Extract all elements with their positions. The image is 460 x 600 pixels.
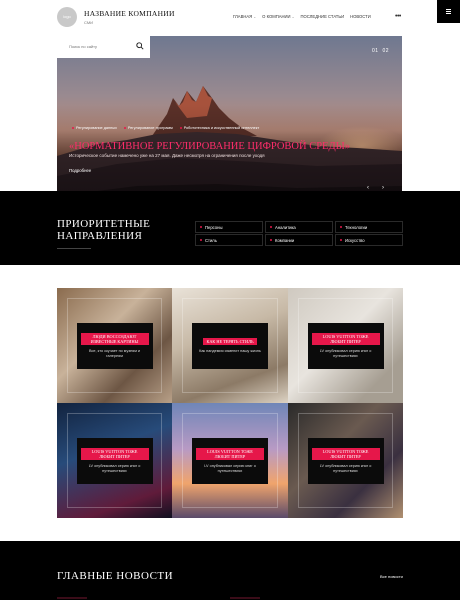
nav-item-news[interactable]: Новости — [350, 14, 371, 19]
tile-description: LV опубликовал серию книг о путешествиях — [204, 463, 256, 473]
nav-item-latest-articles[interactable]: Последние статьи — [301, 14, 345, 19]
search-input[interactable] — [69, 44, 129, 49]
tile-title[interactable]: Louis Vuitton тоже любит Питер — [80, 447, 149, 460]
article-tile[interactable]: Louis Vuitton тоже любит Питер LV опубли… — [57, 403, 172, 518]
hero-tags: Регулирование данных Регулирование прогр… — [72, 126, 259, 130]
chevron-down-icon: ⌄ — [291, 15, 295, 19]
hero-more-link[interactable]: Подробнее — [69, 168, 91, 173]
main-nav: Главная⌄ О компании⌄ Последние статьи Но… — [233, 14, 371, 19]
nav-item-label: Новости — [350, 14, 371, 19]
tile-card: Люди воссоздают известные картины Все, к… — [76, 322, 153, 369]
tile-description: LV опубликовал серию книг о путешествиях — [319, 348, 372, 358]
tile-title[interactable]: Louis Vuitton тоже любит Питер — [196, 447, 264, 460]
article-tile[interactable]: Louis Vuitton тоже любит Питер LV опубли… — [288, 403, 403, 518]
chevron-right-icon[interactable]: › — [378, 183, 388, 193]
priorities-title: ПРИОРИТЕТНЫЕ НАПРАВЛЕНИЯ — [57, 218, 150, 242]
tile-title[interactable]: Люди воссоздают известные картины — [80, 332, 149, 345]
hero-description: Историческое событие намечено уже на 27 … — [69, 153, 265, 158]
logo[interactable]: logo — [57, 7, 77, 27]
hero-tag[interactable]: Робототехника и искусственный интеллект — [180, 126, 260, 130]
tile-description: Как пандемия изменит нашу жизнь — [199, 348, 261, 353]
tile-description: LV опубликовал серию книг о путешествиях — [88, 463, 141, 473]
tile-title[interactable]: Louis Vuitton тоже любит Питер — [311, 447, 380, 460]
slide-counter: 01 02 — [372, 48, 389, 54]
priority-item-companies[interactable]: Компании — [265, 234, 333, 246]
priority-item-persons[interactable]: Персоны — [195, 221, 263, 233]
tile-card: Louis Vuitton тоже любит Питер LV опубли… — [307, 437, 384, 484]
search-icon[interactable] — [136, 42, 144, 50]
article-tile[interactable]: Как не терять стиль Как пандемия изменит… — [172, 288, 288, 403]
search-box — [57, 36, 150, 58]
priorities-grid: Персоны Аналитика Технологии Стиль Компа… — [195, 221, 403, 246]
priority-item-style[interactable]: Стиль — [195, 234, 263, 246]
hero-overlay — [57, 36, 402, 208]
news-accent-bar — [57, 597, 87, 599]
more-dots-icon[interactable]: ••• — [395, 13, 401, 20]
slide-total: 02 — [382, 48, 390, 54]
news-accent-bar — [230, 597, 260, 599]
slide-current: 01 — [372, 48, 379, 54]
tile-card: Louis Vuitton тоже любит Питер LV опубли… — [307, 322, 384, 369]
hero-tag[interactable]: Регулирование данных — [72, 126, 117, 130]
priority-item-analytics[interactable]: Аналитика — [265, 221, 333, 233]
all-news-link[interactable]: Все новости — [380, 574, 403, 579]
news-title: ГЛАВНЫЕ НОВОСТИ — [57, 570, 174, 582]
company-subtitle: СМИ — [84, 20, 94, 25]
page: logo НАЗВАНИЕ КОМПАНИИ СМИ Главная⌄ О ко… — [0, 0, 460, 600]
tile-title[interactable]: Louis Vuitton тоже любит Питер — [311, 332, 380, 345]
tile-description: LV опубликовал серию книг о путешествиях — [319, 463, 372, 473]
nav-item-about[interactable]: О компании⌄ — [262, 14, 294, 19]
priorities-divider — [57, 248, 91, 249]
chevron-left-icon[interactable]: ‹ — [363, 183, 373, 193]
hero-tag[interactable]: Регулирование программ — [124, 126, 173, 130]
company-block: НАЗВАНИЕ КОМПАНИИ СМИ — [84, 9, 175, 25]
tile-card: Louis Vuitton тоже любит Питер LV опубли… — [192, 437, 268, 484]
priority-item-technology[interactable]: Технологии — [335, 221, 403, 233]
tile-title[interactable]: Как не терять стиль — [203, 337, 257, 345]
article-tile[interactable]: Люди воссоздают известные картины Все, к… — [57, 288, 172, 403]
hamburger-icon[interactable] — [437, 0, 460, 23]
nav-item-label: О компании — [262, 14, 291, 19]
nav-item-label: Главная — [233, 14, 253, 19]
company-name[interactable]: НАЗВАНИЕ КОМПАНИИ — [84, 9, 175, 18]
tile-card: Как не терять стиль Как пандемия изменит… — [192, 322, 268, 369]
hero-title[interactable]: «НОРМАТИВНОЕ РЕГУЛИРОВАНИЕ ЦИФРОВОЙ СРЕД… — [69, 141, 350, 152]
nav-item-home[interactable]: Главная⌄ — [233, 14, 256, 19]
tile-card: Louis Vuitton тоже любит Питер LV опубли… — [76, 437, 153, 484]
tile-description: Все, кто скучает по музеям и галереям — [88, 348, 140, 358]
article-tile[interactable]: Louis Vuitton тоже любит Питер LV опубли… — [172, 403, 288, 518]
article-tiles: Люди воссоздают известные картины Все, к… — [57, 288, 403, 518]
site-header: logo НАЗВАНИЕ КОМПАНИИ СМИ Главная⌄ О ко… — [0, 0, 460, 36]
priority-item-art[interactable]: Искусство — [335, 234, 403, 246]
article-tile[interactable]: Louis Vuitton тоже любит Питер LV опубли… — [288, 288, 403, 403]
chevron-down-icon: ⌄ — [253, 15, 257, 19]
hero-slider — [57, 36, 402, 208]
priorities-title-line: ПРИОРИТЕТНЫЕ — [57, 218, 151, 230]
priorities-title-line: НАПРАВЛЕНИЯ — [57, 230, 143, 242]
nav-item-label: Последние статьи — [300, 14, 345, 19]
